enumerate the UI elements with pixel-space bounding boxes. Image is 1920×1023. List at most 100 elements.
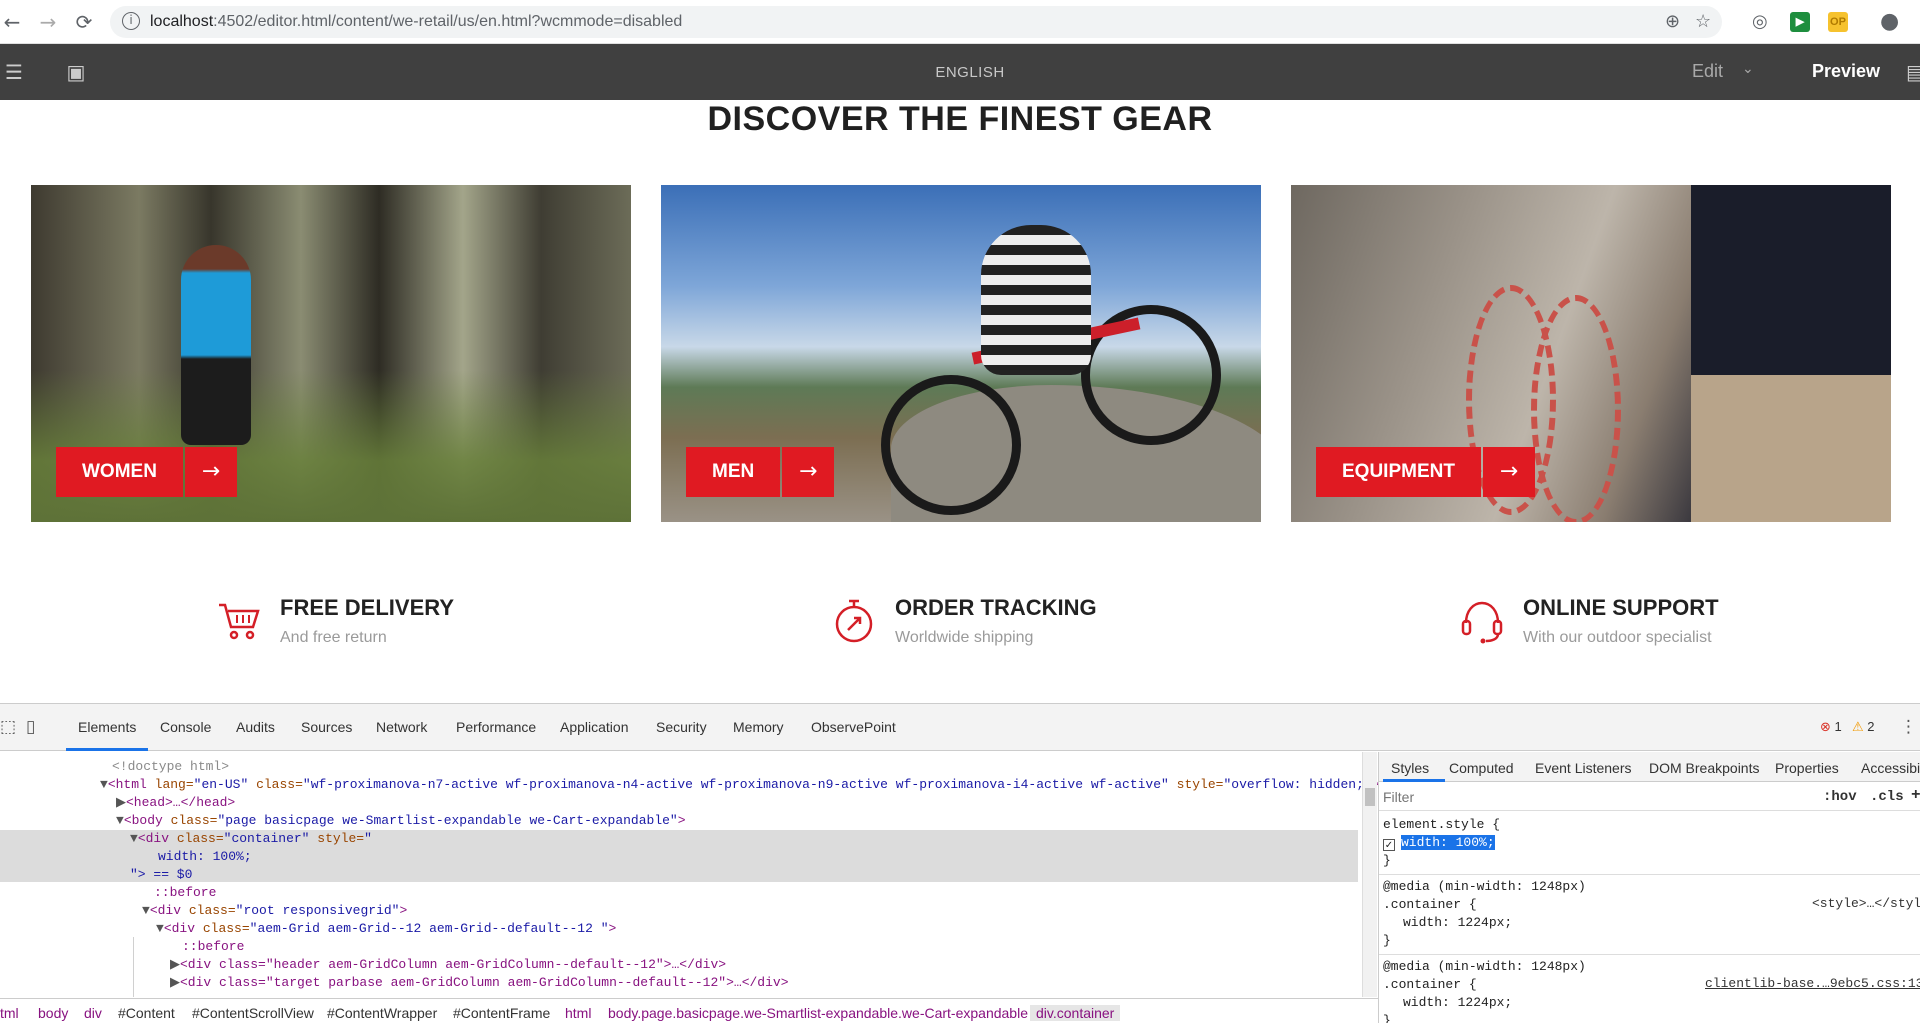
card-women[interactable]: WOMEN → (31, 185, 631, 522)
extension-green-icon[interactable]: ▶ (1790, 12, 1810, 32)
dom-html[interactable]: ▼<html lang="en-US" class="wf-proximanov… (100, 776, 1378, 794)
profile-icon[interactable]: ● (1880, 9, 1899, 34)
styles-filter-input[interactable] (1383, 787, 1803, 807)
expand-triangle-icon[interactable]: ▼ (100, 777, 108, 792)
men-cta[interactable]: MEN → (686, 447, 835, 497)
cta-label[interactable]: WOMEN (56, 447, 183, 497)
add-rule-button[interactable]: + (1911, 786, 1920, 804)
breadcrumb-item[interactable]: #ContentFrame (453, 1005, 550, 1021)
tab-sources[interactable]: Sources (301, 719, 352, 735)
inspect-element-icon[interactable]: ⬚ (0, 717, 16, 737)
card-men[interactable]: MEN → (661, 185, 1261, 522)
mode-preview-button[interactable]: Preview (1812, 61, 1880, 82)
rule-close-brace: } (1383, 853, 1391, 868)
dom-body[interactable]: ▼<body class="page basicpage we-Smartlis… (116, 812, 686, 830)
address-bar[interactable]: i localhost:4502/editor.html/content/we-… (110, 6, 1722, 38)
dom-header-div[interactable]: ▶<div class="header aem-GridColumn aem-G… (170, 956, 726, 974)
zoom-icon[interactable]: ⊕ (1665, 11, 1680, 32)
dom-aem-grid[interactable]: ▼<div class="aem-Grid aem-Grid--12 aem-G… (156, 920, 616, 938)
dom-target-div[interactable]: ▶<div class="target parbase aem-GridColu… (170, 974, 789, 992)
tab-elements[interactable]: Elements (78, 719, 136, 735)
indent-guide (133, 937, 134, 997)
element-style-property[interactable]: ✓ width: 100%; (1383, 834, 1495, 852)
url-text[interactable]: localhost:4502/editor.html/content/we-re… (150, 13, 682, 31)
climber-shirt-image (1691, 185, 1891, 375)
breadcrumb-item[interactable]: #Content (118, 1005, 175, 1021)
tab-styles[interactable]: Styles (1391, 760, 1429, 776)
collapse-triangle-icon[interactable]: ▶ (116, 795, 126, 810)
tab-properties[interactable]: Properties (1775, 760, 1839, 776)
collapse-triangle-icon[interactable]: ▶ (170, 975, 180, 990)
device-toolbar-icon[interactable]: ▯ (26, 717, 35, 737)
rule-selector[interactable]: .container { (1383, 896, 1477, 914)
collapse-triangle-icon[interactable]: ▶ (170, 957, 180, 972)
dom-doctype[interactable]: <!doctype html> (112, 758, 229, 776)
overridden-property[interactable]: width: 1224px; (1403, 914, 1512, 932)
hov-toggle[interactable]: :hov (1823, 789, 1857, 805)
devtools-panel: ⬚ ▯ Elements Console Audits Sources Netw… (0, 703, 1920, 1023)
expand-triangle-icon[interactable]: ▼ (130, 831, 138, 846)
expand-triangle-icon[interactable]: ▼ (116, 813, 124, 828)
dom-root-grid[interactable]: ▼<div class="root responsivegrid"> (142, 902, 407, 920)
arrow-right-icon[interactable]: → (782, 447, 835, 497)
warning-count[interactable]: ⚠ 2 (1852, 719, 1875, 735)
elements-scrollbar[interactable] (1362, 752, 1377, 997)
arrow-right-icon[interactable]: → (1482, 447, 1535, 497)
media-query: @media (min-width: 1248px) (1383, 959, 1586, 974)
tab-console[interactable]: Console (160, 719, 211, 735)
card-equipment[interactable]: EQUIPMENT → (1291, 185, 1891, 522)
dom-before-pseudo[interactable]: ::before (154, 884, 216, 902)
forward-icon[interactable]: → (36, 10, 60, 34)
cls-toggle[interactable]: .cls (1870, 789, 1904, 805)
rule-divider (1379, 874, 1920, 875)
styles-filter-bar: :hov .cls + (1379, 783, 1920, 811)
tab-network[interactable]: Network (376, 719, 427, 735)
breadcrumb-item[interactable]: body.page.basicpage.we-Smartlist-expanda… (608, 1005, 1028, 1021)
dom-inline-style[interactable]: width: 100%; (158, 848, 252, 866)
breadcrumb-item[interactable]: html (565, 1005, 591, 1021)
breadcrumb-item[interactable]: #ContentWrapper (327, 1005, 437, 1021)
cta-label[interactable]: EQUIPMENT (1316, 447, 1481, 497)
property-checkbox[interactable]: ✓ (1383, 839, 1395, 851)
tab-observepoint[interactable]: ObservePoint (811, 719, 896, 735)
dom-head[interactable]: ▶<head>…</head> (116, 794, 235, 812)
back-icon[interactable]: ← (0, 10, 24, 34)
site-info-icon[interactable]: i (122, 12, 140, 30)
breadcrumb-item[interactable]: tml (0, 1005, 19, 1021)
more-options-icon[interactable]: ⋮ (1900, 717, 1917, 737)
dom-div-container[interactable]: ▼<div class="container" style=" (130, 830, 372, 848)
tab-audits[interactable]: Audits (236, 719, 275, 735)
women-cta[interactable]: WOMEN → (56, 447, 237, 497)
tab-event-listeners[interactable]: Event Listeners (1535, 760, 1632, 776)
scrollbar-thumb[interactable] (1365, 788, 1375, 806)
mode-edit-button[interactable]: Edit (1692, 61, 1723, 82)
breadcrumb-item[interactable]: div (84, 1005, 102, 1021)
overridden-property[interactable]: width: 1224px; (1403, 994, 1512, 1012)
tab-application[interactable]: Application (560, 719, 629, 735)
breadcrumb-item-current[interactable]: div.container (1030, 1005, 1121, 1021)
tab-memory[interactable]: Memory (733, 719, 784, 735)
reload-icon[interactable]: ⟳ (72, 10, 96, 34)
style-source-link[interactable]: <style>…</style> (1812, 896, 1920, 911)
extension-icon[interactable]: ◎ (1752, 11, 1768, 32)
expand-triangle-icon[interactable]: ▼ (142, 903, 150, 918)
arrow-right-icon[interactable]: → (184, 447, 237, 497)
equipment-cta[interactable]: EQUIPMENT → (1316, 447, 1535, 497)
error-count[interactable]: ⊗ 1 (1820, 719, 1842, 735)
bookmark-star-icon[interactable]: ☆ (1695, 11, 1711, 32)
tab-security[interactable]: Security (656, 719, 707, 735)
breadcrumb-item[interactable]: #ContentScrollView (192, 1005, 314, 1021)
breadcrumb-item[interactable]: body (38, 1005, 68, 1021)
clientlib-source-link[interactable]: clientlib-base.…9ebc5.css:13 (1705, 976, 1920, 991)
tab-performance[interactable]: Performance (456, 719, 536, 735)
dom-before-pseudo[interactable]: ::before (182, 938, 244, 956)
cta-label[interactable]: MEN (686, 447, 781, 497)
tab-computed[interactable]: Computed (1449, 760, 1514, 776)
annotations-icon[interactable]: ▤ (1906, 60, 1920, 84)
chevron-down-icon[interactable]: ⌄ (1742, 61, 1754, 77)
extension-op-icon[interactable]: OP (1828, 12, 1848, 32)
tab-accessibility[interactable]: Accessibili (1861, 760, 1920, 776)
tab-dom-breakpoints[interactable]: DOM Breakpoints (1649, 760, 1759, 776)
expand-triangle-icon[interactable]: ▼ (156, 921, 164, 936)
rule-selector[interactable]: .container { (1383, 976, 1477, 994)
